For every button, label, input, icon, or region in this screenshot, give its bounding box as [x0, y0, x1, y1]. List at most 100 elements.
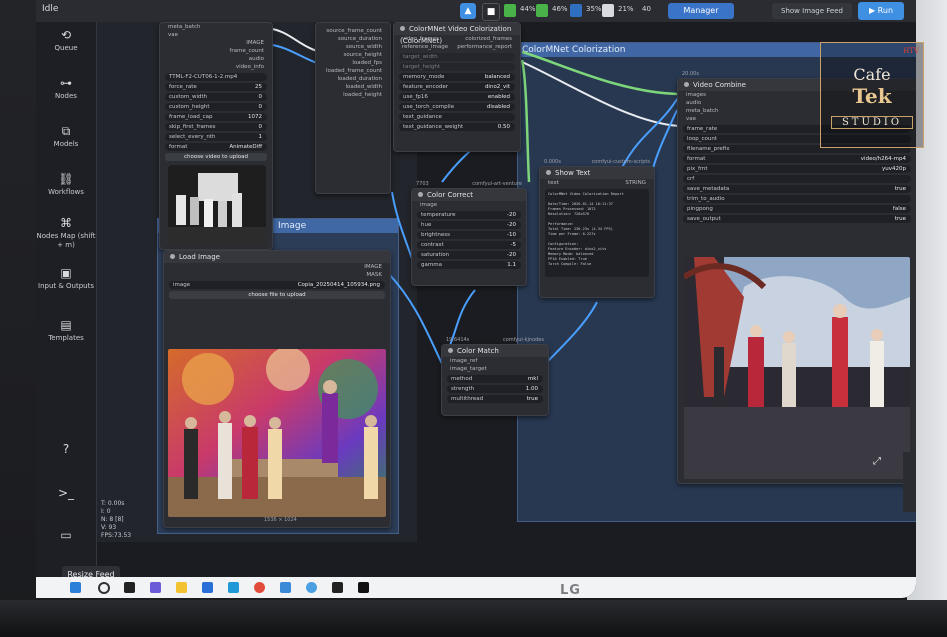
terminal-app-icon[interactable]: [332, 582, 343, 593]
run-button[interactable]: ▶ Run: [858, 2, 904, 20]
upload-file-button[interactable]: choose file to upload: [169, 291, 385, 299]
target-width-widget[interactable]: target_width: [399, 53, 515, 61]
saturation-widget[interactable]: saturation -20: [417, 251, 521, 259]
load-image-node[interactable]: Load Image IMAGE MASK image Copia_2025041…: [163, 250, 391, 528]
upload-video-button[interactable]: choose video to upload: [165, 153, 267, 161]
port-reference-image[interactable]: reference_image: [394, 43, 448, 51]
port-image-ref[interactable]: image_ref: [442, 357, 548, 365]
chrome-icon[interactable]: [254, 582, 265, 593]
widget-label: loop_count: [687, 136, 718, 142]
color-correct-node[interactable]: 7703 comfyui-art-venture Color Correct i…: [411, 181, 527, 286]
windows-start-icon[interactable]: [70, 582, 81, 593]
port-source-width[interactable]: source_width: [316, 43, 390, 51]
port-loaded-frame-count[interactable]: loaded_frame_count: [316, 67, 390, 75]
port-image[interactable]: IMAGE: [164, 263, 390, 271]
app-icon[interactable]: [358, 582, 369, 593]
port-source-height[interactable]: source_height: [316, 51, 390, 59]
strength-widget[interactable]: strength 1.00: [447, 385, 543, 393]
node-canvas[interactable]: Image ColorMNet Colorization meta_batch …: [97, 22, 916, 598]
video-info-node[interactable]: source_frame_count source_duration sourc…: [315, 22, 391, 194]
text-guidance-widget[interactable]: text_guidance: [399, 113, 515, 121]
sidebar-item-models[interactable]: ⧉ Models: [36, 124, 96, 149]
search-icon[interactable]: [98, 582, 110, 594]
copilot-icon[interactable]: [150, 582, 161, 593]
memory-mode-widget[interactable]: memory_mode balanced: [399, 73, 515, 81]
port-mask[interactable]: MASK: [164, 271, 390, 279]
pix-fmt-widget[interactable]: pix_fmt yuv420p: [683, 165, 911, 173]
keyboard-button[interactable]: ▭: [36, 528, 96, 542]
manager-button[interactable]: Manager: [668, 3, 734, 19]
use-fp16-widget[interactable]: use_fp16 enabled: [399, 93, 515, 101]
port-loaded-width[interactable]: loaded_width: [316, 83, 390, 91]
widget-label: saturation: [421, 252, 450, 258]
contrast-widget[interactable]: contrast -5: [417, 241, 521, 249]
colormnet-node[interactable]: ColorMNet Video Colorization (ColorMNet)…: [393, 22, 521, 152]
comfy-logo-icon[interactable]: ▲: [460, 3, 476, 19]
temperature-widget[interactable]: temperature -20: [417, 211, 521, 219]
port-source-frame-count[interactable]: source_frame_count: [316, 27, 390, 35]
help-button[interactable]: ?: [36, 442, 96, 456]
video-file-widget[interactable]: TTML-F2-CUT06-1-2.mp4: [165, 73, 267, 81]
text-guidance-weight-widget[interactable]: text_guidance_weight 0.50: [399, 123, 515, 131]
color-match-node[interactable]: 19.6414s comfyui-kjnodes Color Match ima…: [441, 337, 549, 416]
port-vae[interactable]: vae: [160, 31, 272, 39]
file-explorer-icon[interactable]: [176, 582, 187, 593]
format-widget[interactable]: format AnimateDiff: [165, 143, 267, 151]
port-loaded-duration[interactable]: loaded_duration: [316, 75, 390, 83]
multithread-widget[interactable]: multithread true: [447, 395, 543, 403]
pingpong-widget[interactable]: pingpong false: [683, 205, 911, 213]
port-string[interactable]: STRING: [625, 179, 654, 187]
sidebar-item-nodes-map[interactable]: ⌘ Nodes Map (shift + m): [36, 216, 96, 250]
sidebar-item-queue[interactable]: ⟲ Queue: [36, 28, 96, 53]
brightness-widget[interactable]: brightness -10: [417, 231, 521, 239]
select-every-nth-widget[interactable]: select_every_nth 1: [165, 133, 267, 141]
port-loaded-height[interactable]: loaded_height: [316, 91, 390, 99]
port-video-info[interactable]: video_info: [160, 63, 272, 71]
custom-width-widget[interactable]: custom_width 0: [165, 93, 267, 101]
save-metadata-widget[interactable]: save_metadata true: [683, 185, 911, 193]
port-audio[interactable]: audio: [160, 55, 272, 63]
hue-widget[interactable]: hue -20: [417, 221, 521, 229]
custom-height-widget[interactable]: custom_height 0: [165, 103, 267, 111]
edge-icon[interactable]: [228, 582, 239, 593]
frame-load-cap-widget[interactable]: frame_load_cap 1072: [165, 113, 267, 121]
force-rate-widget[interactable]: force_rate 25: [165, 83, 267, 91]
sidebar-item-templates[interactable]: ▤ Templates: [36, 318, 96, 343]
use-torch-compile-widget[interactable]: use_torch_compile disabled: [399, 103, 515, 111]
app-icon[interactable]: [280, 582, 291, 593]
terminal-button[interactable]: >_: [36, 486, 96, 500]
show-image-feed-button[interactable]: Show Image Feed: [772, 3, 852, 19]
gamma-widget[interactable]: gamma 1.1: [417, 261, 521, 269]
sidebar-item-workflows[interactable]: ⛓ Workflows: [36, 172, 96, 197]
port-video-frames[interactable]: video_frames: [394, 35, 448, 43]
port-performance-report[interactable]: performance_report: [457, 43, 520, 51]
skip-first-frames-widget[interactable]: skip_first_frames 0: [165, 123, 267, 131]
video-loader-node[interactable]: meta_batch vae IMAGE frame_count audio v…: [159, 22, 273, 250]
queue-icon[interactable]: ■: [482, 3, 500, 21]
task-view-icon[interactable]: [124, 582, 135, 593]
target-height-widget[interactable]: target_height: [399, 63, 515, 71]
port-meta-batch[interactable]: meta_batch: [160, 23, 272, 31]
image-file-widget[interactable]: image Copia_20250414_105934.png: [169, 281, 385, 289]
port-text[interactable]: text: [540, 179, 559, 187]
format-widget[interactable]: format video/h264-mp4: [683, 155, 911, 163]
port-loaded-fps[interactable]: loaded_fps: [316, 59, 390, 67]
show-text-node[interactable]: 0.000s comfyui-custom-scripts Show Text …: [539, 159, 655, 298]
store-icon[interactable]: [202, 582, 213, 593]
method-widget[interactable]: method mkl: [447, 375, 543, 383]
trim-to-audio-widget[interactable]: trim_to_audio: [683, 195, 911, 203]
port-image-target[interactable]: image_target: [442, 365, 548, 373]
sidebar-item-input-outputs[interactable]: ▣ Input & Outputs: [36, 266, 96, 291]
fit-view-icon[interactable]: ⤢: [873, 456, 881, 467]
report-textarea[interactable]: ColorMNet Video Colorization Report Date…: [545, 189, 649, 277]
port-colorized-frames[interactable]: colorized_frames: [457, 35, 520, 43]
port-frame-count[interactable]: frame_count: [160, 47, 272, 55]
crf-widget[interactable]: crf: [683, 175, 911, 183]
sidebar-item-nodes[interactable]: ⊶ Nodes: [36, 76, 96, 101]
browser-icon[interactable]: [306, 582, 317, 593]
save-output-widget[interactable]: save_output true: [683, 215, 911, 223]
feature-encoder-widget[interactable]: feature_encoder dino2_vit: [399, 83, 515, 91]
port-image[interactable]: image: [412, 201, 526, 209]
port-source-duration[interactable]: source_duration: [316, 35, 390, 43]
port-image[interactable]: IMAGE: [160, 39, 272, 47]
